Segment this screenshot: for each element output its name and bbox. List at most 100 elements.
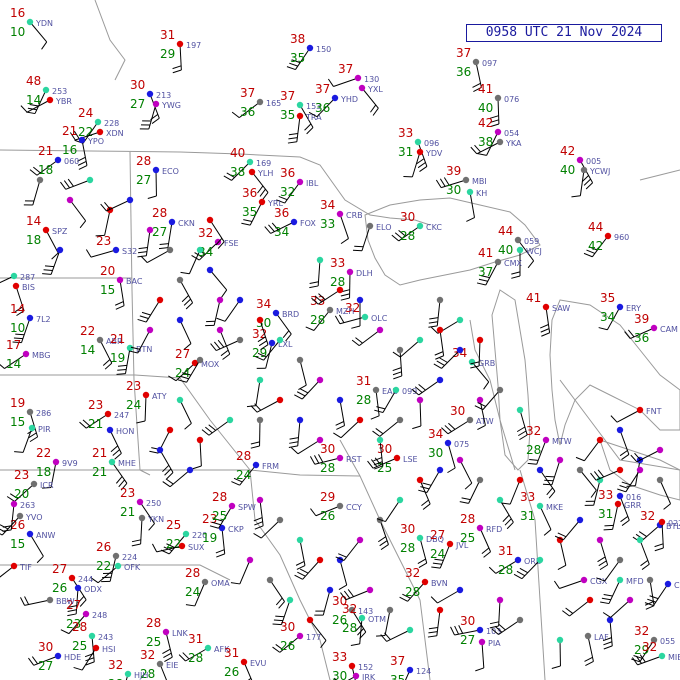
sky-cover-marker	[416, 534, 424, 542]
station-plot: 2724MOX	[168, 347, 220, 382]
sky-cover-marker	[142, 391, 150, 399]
sky-cover-marker	[516, 246, 524, 254]
temperature-label: 30	[38, 640, 53, 654]
sky-cover-marker	[176, 316, 184, 324]
sky-cover-marker	[10, 500, 18, 508]
temperature-label: 32	[405, 566, 420, 580]
station-id-label: OLC	[371, 314, 388, 323]
station-plot	[575, 436, 604, 462]
sky-cover-marker	[354, 74, 362, 82]
sky-cover-marker	[414, 138, 422, 146]
sky-cover-marker	[246, 556, 254, 564]
station-plot: 30 28 RST	[309, 442, 362, 475]
temperature-label: 28	[460, 512, 475, 526]
sky-cover-marker	[30, 480, 38, 488]
station-plots: 1610YDN3129197 38351503713037360974814253…	[0, 6, 680, 680]
wind-barb-flag	[116, 373, 126, 375]
wind-barb-flag	[638, 531, 647, 538]
wind-barb-flag	[351, 325, 361, 329]
temperature-label: 30	[130, 78, 145, 92]
wind-barb-flag	[131, 543, 141, 547]
wind-barb-flag	[600, 601, 610, 605]
station-plot	[266, 576, 285, 609]
wind-barb-flag	[209, 525, 219, 529]
station-id-label: GRB	[478, 359, 495, 368]
dewpoint-label: 36	[315, 101, 330, 115]
wind-barb-flag	[565, 607, 574, 614]
wind-barb-flag	[546, 487, 553, 496]
wind-barb-flag	[216, 553, 225, 558]
temperature-label: 24	[78, 106, 93, 120]
sky-cover-marker	[248, 168, 256, 176]
sky-cover-marker	[576, 516, 584, 524]
temperature-label: 30	[400, 522, 415, 536]
wind-barb-flag	[42, 273, 52, 275]
station-id-label: LSE	[403, 455, 418, 464]
wind-barb-flag	[428, 631, 438, 634]
dewpoint-label: 35	[390, 673, 405, 680]
wind-barb-flag	[489, 621, 499, 625]
wind-barb-flag	[67, 613, 77, 617]
wind-barb-flag	[431, 566, 441, 569]
sky-cover-marker	[393, 454, 401, 462]
wind-barb-flag	[393, 375, 402, 380]
sky-cover-marker	[416, 396, 424, 404]
wind-barb-flag	[230, 582, 240, 585]
station-id-label: OMA	[211, 579, 230, 588]
wind-barb-flag	[430, 326, 439, 334]
station-id-label: 224	[122, 553, 137, 562]
station-id-label: YXL	[367, 85, 383, 94]
station-id-label: 177	[306, 633, 321, 642]
wind-barb-flag	[250, 445, 260, 449]
sky-cover-marker	[156, 296, 164, 304]
station-id-label: 096	[424, 139, 439, 148]
wind-barb-flag	[221, 289, 228, 298]
sky-cover-marker	[182, 530, 190, 538]
dewpoint-label: 21	[120, 505, 135, 519]
sky-cover-marker	[616, 556, 624, 564]
station-plot: FNT	[610, 406, 662, 423]
wind-barb-staff	[188, 249, 201, 274]
station-plot: 3234FSE	[191, 226, 239, 261]
station-plot	[636, 536, 650, 570]
sky-cover-marker	[108, 458, 116, 466]
station-id-label: 022	[668, 519, 680, 528]
station-plot	[542, 456, 564, 486]
station-plot	[392, 336, 424, 358]
sky-cover-marker	[26, 408, 34, 416]
wind-barb-flag	[286, 66, 296, 71]
sky-cover-marker	[124, 670, 132, 678]
wind-barb-flag	[79, 220, 87, 229]
wind-barb-flag	[428, 325, 438, 328]
sky-cover-marker	[584, 632, 592, 640]
sky-cover-marker	[656, 476, 664, 484]
sky-cover-marker	[614, 500, 622, 508]
wind-barb-flag	[630, 454, 638, 463]
sky-cover-marker	[336, 502, 344, 510]
temperature-label: 32	[342, 602, 357, 616]
sky-cover-marker	[74, 584, 82, 592]
wind-barb-staff	[299, 359, 307, 386]
station-plot: 37 36 165	[231, 86, 281, 119]
wind-barb-flag	[640, 559, 649, 567]
wind-barb-staff	[583, 439, 601, 462]
sky-cover-marker	[616, 492, 624, 500]
wind-barb-flag	[43, 269, 53, 272]
station-id-label: 076	[504, 95, 519, 104]
wind-barb-flag	[20, 597, 26, 606]
wind-barb-staff	[437, 589, 461, 604]
station-plot	[380, 626, 414, 642]
dewpoint-label: 27	[460, 633, 475, 647]
wind-barb-flag	[466, 217, 475, 222]
station-id-label: CRB	[346, 211, 363, 220]
dewpoint-label: 27	[130, 97, 145, 111]
wind-barb-flag	[60, 181, 67, 190]
wind-barb-flag	[422, 482, 432, 486]
wind-barb-flag	[63, 180, 71, 189]
wind-barb-staff	[255, 379, 261, 406]
wind-barb-flag	[298, 384, 307, 391]
wind-barb-flag	[506, 521, 514, 530]
sky-cover-marker	[296, 178, 304, 186]
station-plot: LAF	[584, 632, 609, 666]
sky-cover-marker	[316, 436, 324, 444]
